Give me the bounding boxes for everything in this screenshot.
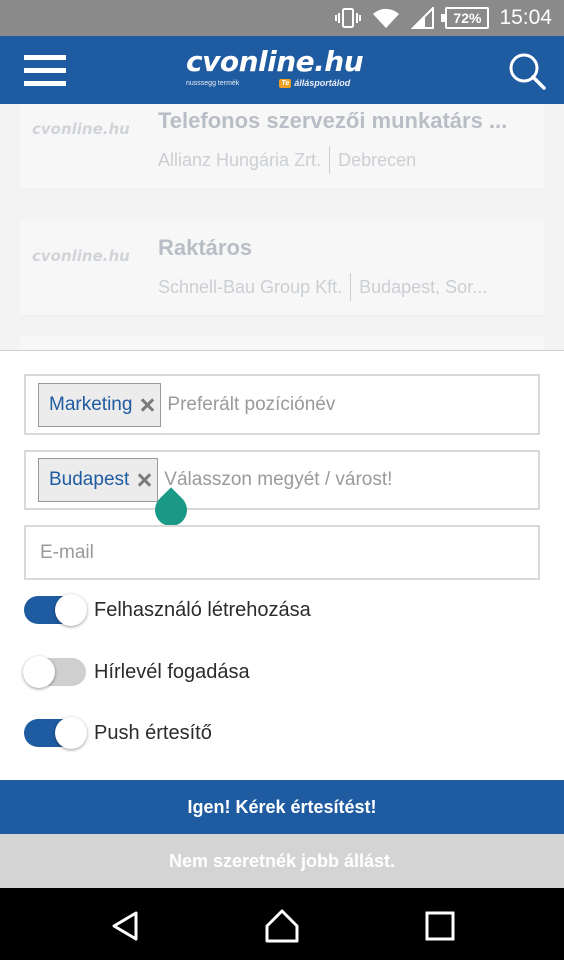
job-card[interactable] xyxy=(20,336,544,350)
company-logo: cvonline.hu xyxy=(32,120,130,138)
location-input[interactable] xyxy=(164,460,538,500)
job-card[interactable]: cvonline.hu Raktáros Schnell-Bau Group K… xyxy=(20,221,544,315)
create-user-switch[interactable] xyxy=(24,594,87,626)
job-location: Debrecen xyxy=(338,149,417,170)
job-title: Raktáros xyxy=(158,235,253,260)
home-icon[interactable] xyxy=(262,906,302,946)
app-header: cvonline.hu nusssegg termék Te állásport… xyxy=(0,36,564,104)
toggle-label: Push értesítő xyxy=(94,721,212,744)
toggle-create-user: Felhasználó létrehozása xyxy=(24,593,311,627)
job-company: Schnell-Bau Group Kft. xyxy=(158,276,343,297)
location-chip-label: Budapest xyxy=(49,469,130,490)
logo-tag-text: állásportálod xyxy=(294,78,351,88)
back-icon[interactable] xyxy=(106,906,146,946)
job-list: cvonline.hu Telefonos szervezői munkatár… xyxy=(0,104,564,350)
position-input[interactable] xyxy=(167,384,538,425)
toggle-label: Felhasználó létrehozása xyxy=(94,598,311,621)
job-meta: Allianz Hungária Zrt. Debrecen xyxy=(158,146,416,174)
job-company: Allianz Hungária Zrt. xyxy=(158,149,322,170)
decline-button[interactable]: Nem szeretnék jobb állást. xyxy=(0,834,564,888)
vibrate-icon xyxy=(335,7,362,29)
status-bar: 72% 15:04 xyxy=(0,0,564,36)
location-chip: Budapest xyxy=(38,458,159,502)
email-field[interactable] xyxy=(24,525,540,580)
menu-icon[interactable] xyxy=(24,55,66,87)
job-location: Budapest, Sor... xyxy=(359,276,488,297)
search-icon[interactable] xyxy=(508,52,546,90)
job-meta: Schnell-Bau Group Kft. Budapest, Sor... xyxy=(158,273,487,301)
signal-icon xyxy=(411,7,435,29)
job-title: Telefonos szervezői munkatárs ... xyxy=(158,108,508,133)
subscribe-button[interactable]: Igen! Kérek értesítést! xyxy=(0,780,564,834)
position-chip: Marketing xyxy=(38,382,162,427)
toggle-newsletter: Hírlevél fogadása xyxy=(23,655,250,689)
company-logo: cvonline.hu xyxy=(32,247,130,265)
toggle-push: Push értesítő xyxy=(24,716,212,750)
remove-chip-icon[interactable] xyxy=(137,473,151,487)
recent-apps-icon[interactable] xyxy=(420,906,460,946)
logo-sub: nusssegg termék Te állásportálod xyxy=(186,78,382,88)
navigation-bar xyxy=(0,888,564,960)
position-chip-label: Marketing xyxy=(49,393,133,415)
job-card[interactable]: cvonline.hu Telefonos szervezői munkatár… xyxy=(20,104,544,188)
remove-chip-icon[interactable] xyxy=(140,398,154,412)
email-input[interactable] xyxy=(40,532,538,573)
battery-indicator: 72% xyxy=(441,7,490,29)
toggle-label: Hírlevél fogadása xyxy=(94,660,250,683)
location-field[interactable]: Budapest xyxy=(24,450,540,510)
push-switch[interactable] xyxy=(24,717,87,749)
logo-text: cvonline.hu xyxy=(186,45,364,78)
logo-sub-small: nusssegg termék xyxy=(186,79,240,87)
logo-tag: Te xyxy=(279,78,292,88)
wifi-icon xyxy=(371,6,401,30)
logo[interactable]: cvonline.hu nusssegg termék Te állásport… xyxy=(186,47,382,93)
clock: 15:04 xyxy=(499,6,552,29)
newsletter-switch[interactable] xyxy=(23,656,86,688)
position-field[interactable]: Marketing xyxy=(24,374,540,435)
